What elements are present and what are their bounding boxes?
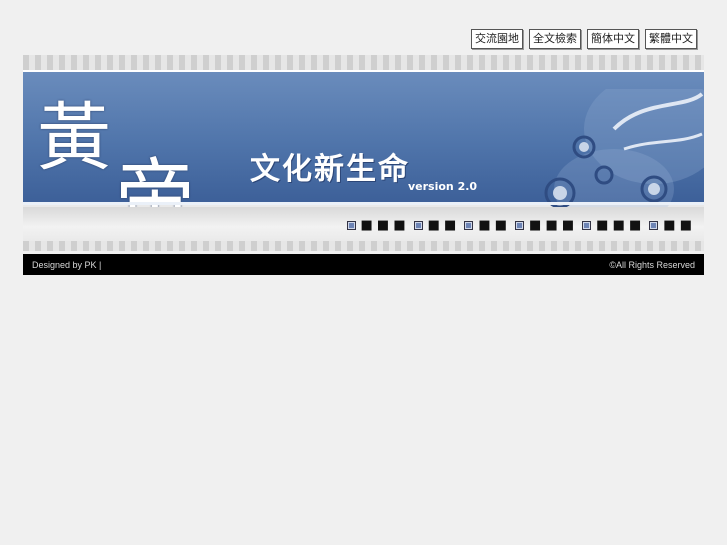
nav-bullet-icon: [464, 221, 474, 230]
version-label: version 2.0: [408, 180, 478, 193]
traditional-chinese-button[interactable]: 繁體中文: [645, 29, 697, 49]
nav-item-5[interactable]: ■ ■ ■: [582, 218, 641, 233]
nav-bullet-icon: [413, 221, 423, 230]
banner-divider: [23, 202, 704, 205]
site-title: 文化新生命: [250, 152, 410, 187]
brush-character-huang: 黃: [37, 95, 111, 181]
header-banner: 黃 帝 文化新生命 version 2.0 ■ ■ ■ ■ ■ ■ ■ ■ ■ …: [23, 55, 704, 251]
fulltext-search-button[interactable]: 全文檢索: [529, 29, 581, 49]
nav-item-1[interactable]: ■ ■ ■: [346, 218, 406, 233]
banner-hero: 黃 帝 文化新生命 version 2.0: [23, 72, 704, 243]
page-footer: Designed by PK | ©All Rights Reserved: [23, 254, 704, 275]
footer-credit: Designed by PK |: [32, 259, 102, 270]
top-link-bar: 交流園地 全文檢索 簡体中文 繁體中文: [471, 29, 697, 49]
simplified-chinese-button[interactable]: 簡体中文: [587, 29, 639, 49]
nav-bullet-icon: [515, 221, 525, 230]
nav-item-label: ■ ■ ■: [529, 218, 575, 233]
forum-button[interactable]: 交流園地: [471, 29, 523, 49]
main-nav: ■ ■ ■ ■ ■ ■ ■ ■ ■ ■ ■ ■ ■ ■ ■: [346, 218, 692, 233]
nav-bullet-icon: [582, 221, 592, 230]
nav-item-4[interactable]: ■ ■ ■: [515, 218, 574, 233]
nav-item-label: ■ ■: [478, 218, 508, 233]
nav-bullet-icon: [649, 221, 659, 230]
banner-pattern-top: [23, 55, 704, 72]
nav-item-6[interactable]: ■ ■: [649, 218, 692, 233]
nav-bullet-icon: [346, 221, 356, 230]
nav-item-3[interactable]: ■ ■: [464, 218, 507, 233]
nav-item-label: ■ ■ ■: [596, 218, 642, 233]
nav-item-label: ■ ■: [663, 218, 692, 233]
banner-pattern-bottom: [23, 241, 704, 251]
footer-copyright: ©All Rights Reserved: [609, 259, 695, 270]
nav-item-label: ■ ■: [427, 218, 457, 233]
nav-item-label: ■ ■ ■: [360, 218, 406, 233]
nav-item-2[interactable]: ■ ■: [413, 218, 457, 233]
